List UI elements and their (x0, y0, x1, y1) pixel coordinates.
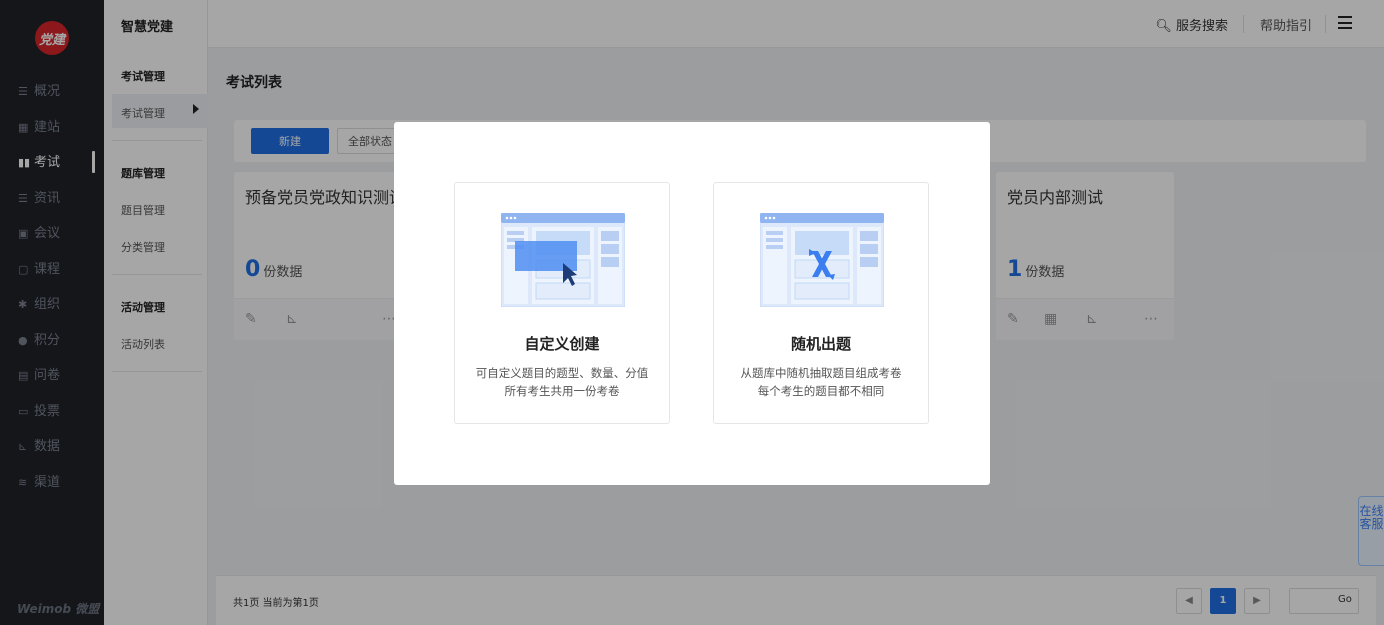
option-description: 可自定义题目的题型、数量、分值 所有考生共用一份考卷 (455, 364, 669, 400)
option-description: 从题库中随机抽取题目组成考卷 每个考生的题目都不相同 (714, 364, 928, 400)
random-generate-illustration (760, 213, 884, 307)
option-title: 随机出题 (790, 335, 851, 353)
option-desc-line: 每个考生的题目都不相同 (757, 384, 885, 398)
option-desc-line: 所有考生共用一份考卷 (504, 384, 620, 398)
option-desc-line: 可自定义题目的题型、数量、分值 (475, 366, 649, 380)
random-generate-option[interactable]: 随机出题 从题库中随机抽取题目组成考卷 每个考生的题目都不相同 (713, 182, 929, 424)
custom-create-option[interactable]: 自定义创建 可自定义题目的题型、数量、分值 所有考生共用一份考卷 (454, 182, 670, 424)
custom-create-illustration (501, 213, 625, 307)
option-desc-line: 从题库中随机抽取题目组成考卷 (740, 366, 902, 380)
option-title: 自定义创建 (524, 335, 600, 353)
create-exam-modal: 自定义创建 可自定义题目的题型、数量、分值 所有考生共用一份考卷 随机出题 从题… (394, 122, 990, 485)
